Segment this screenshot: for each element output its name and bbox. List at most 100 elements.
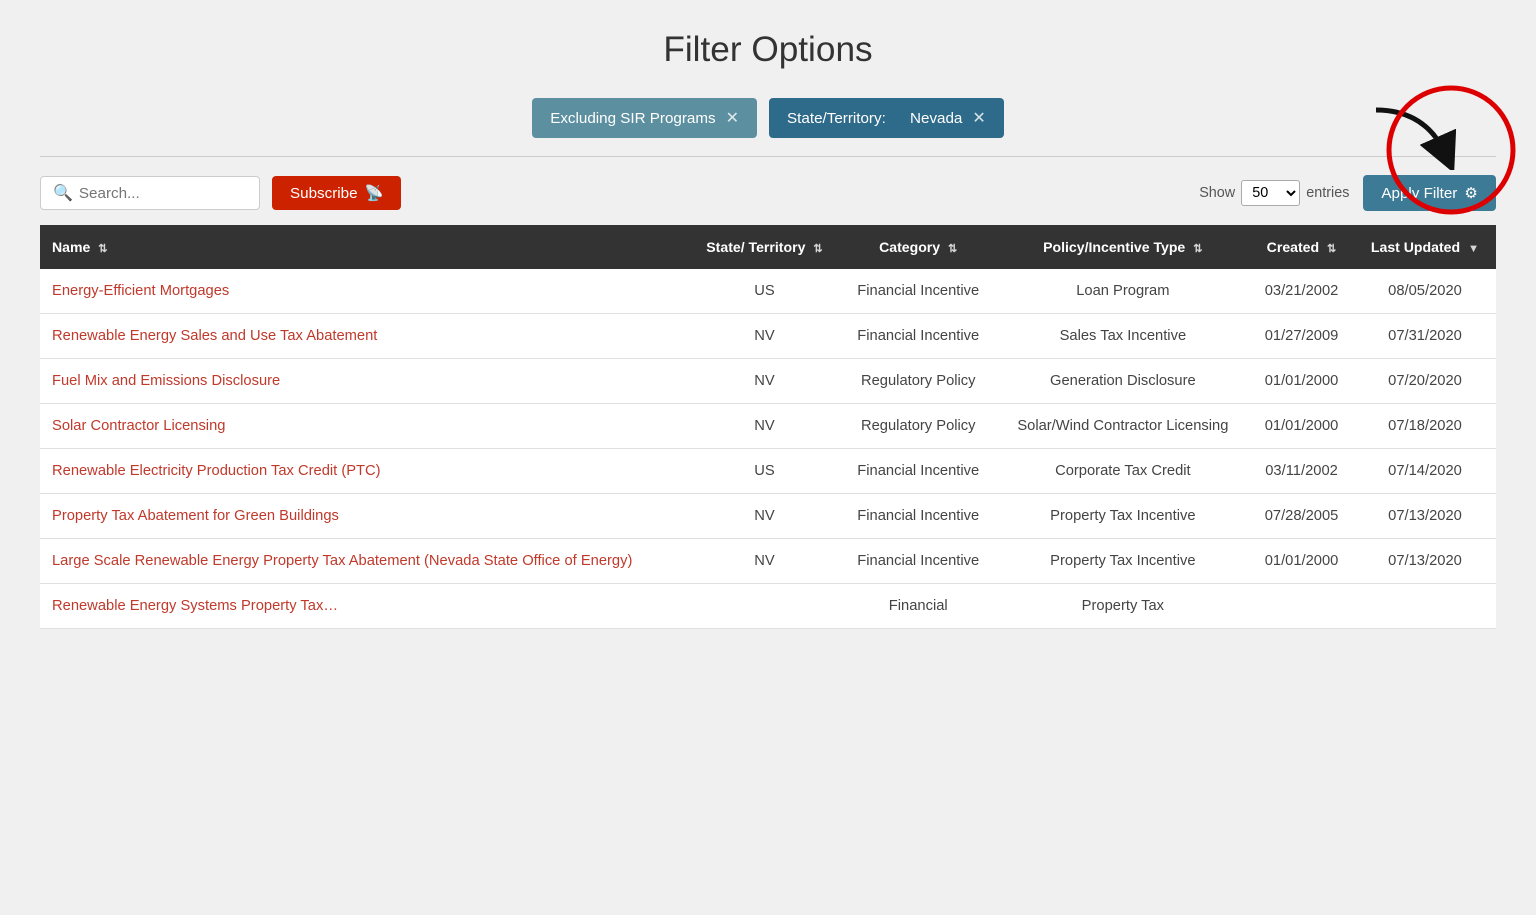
filter-bar: Excluding SIR Programs ✕ State/Territory… [40, 98, 1496, 138]
row-link-name[interactable]: Fuel Mix and Emissions Disclosure [52, 373, 280, 389]
cell-last-updated: 07/18/2020 [1354, 404, 1496, 449]
gear-icon: ⚙ [1464, 184, 1478, 202]
filter-tag-state-value: Nevada [910, 110, 962, 127]
row-link-name[interactable]: Renewable Energy Sales and Use Tax Abate… [52, 328, 377, 344]
cell-state: NV [689, 404, 840, 449]
col-header-state[interactable]: State/ Territory ⇅ [689, 225, 840, 269]
cell-name: Renewable Electricity Production Tax Cre… [40, 449, 689, 494]
col-header-policy-type[interactable]: Policy/Incentive Type ⇅ [997, 225, 1249, 269]
cell-last-updated [1354, 584, 1496, 629]
cell-last-updated: 08/05/2020 [1354, 269, 1496, 314]
row-link-name[interactable]: Energy-Efficient Mortgages [52, 283, 229, 299]
search-input[interactable] [79, 185, 247, 202]
cell-created: 01/01/2000 [1249, 539, 1354, 584]
cell-category: Regulatory Policy [840, 404, 997, 449]
filter-tag-state-close[interactable]: ✕ [972, 108, 985, 128]
cell-name: Property Tax Abatement for Green Buildin… [40, 494, 689, 539]
cell-last-updated: 07/14/2020 [1354, 449, 1496, 494]
col-header-name[interactable]: Name ⇅ [40, 225, 689, 269]
cell-name: Large Scale Renewable Energy Property Ta… [40, 539, 689, 584]
cell-policy-type: Loan Program [997, 269, 1249, 314]
cell-policy-type: Property Tax [997, 584, 1249, 629]
table-row: Solar Contractor Licensing NV Regulatory… [40, 404, 1496, 449]
entries-label: entries [1306, 185, 1349, 201]
cell-last-updated: 07/31/2020 [1354, 314, 1496, 359]
cell-category: Financial Incentive [840, 314, 997, 359]
entries-select[interactable]: 50 25 100 [1241, 180, 1300, 206]
filter-tag-sir-label: Excluding SIR Programs [550, 110, 715, 127]
cell-created: 01/27/2009 [1249, 314, 1354, 359]
cell-state: US [689, 449, 840, 494]
cell-last-updated: 07/13/2020 [1354, 494, 1496, 539]
cell-created: 03/21/2002 [1249, 269, 1354, 314]
cell-created: 07/28/2005 [1249, 494, 1354, 539]
col-header-category[interactable]: Category ⇅ [840, 225, 997, 269]
cell-category: Financial Incentive [840, 494, 997, 539]
filter-tag-sir-close[interactable]: ✕ [726, 108, 739, 128]
show-label: Show [1199, 185, 1235, 201]
table-body: Energy-Efficient Mortgages US Financial … [40, 269, 1496, 629]
filter-tag-state[interactable]: State/Territory: Nevada ✕ [769, 98, 1004, 138]
filter-tag-state-key: State/Territory: [787, 110, 886, 127]
cell-category: Financial [840, 584, 997, 629]
toolbar-left: 🔍 Subscribe 📡 [40, 176, 401, 210]
cell-policy-type: Solar/Wind Contractor Licensing [997, 404, 1249, 449]
cell-created: 01/01/2000 [1249, 404, 1354, 449]
table-row: Fuel Mix and Emissions Disclosure NV Reg… [40, 359, 1496, 404]
table-row: Large Scale Renewable Energy Property Ta… [40, 539, 1496, 584]
table-row: Renewable Energy Sales and Use Tax Abate… [40, 314, 1496, 359]
cell-category: Regulatory Policy [840, 359, 997, 404]
table-row: Renewable Energy Systems Property Tax… F… [40, 584, 1496, 629]
toolbar-right: Show 50 25 100 entries [1199, 175, 1496, 211]
cell-name: Fuel Mix and Emissions Disclosure [40, 359, 689, 404]
col-header-last-updated[interactable]: Last Updated ▼ [1354, 225, 1496, 269]
data-table: Name ⇅ State/ Territory ⇅ Category ⇅ Pol… [40, 225, 1496, 629]
sort-icon-state: ⇅ [813, 243, 822, 255]
table-row: Energy-Efficient Mortgages US Financial … [40, 269, 1496, 314]
subscribe-label: Subscribe [290, 185, 358, 202]
table-header: Name ⇅ State/ Territory ⇅ Category ⇅ Pol… [40, 225, 1496, 269]
cell-policy-type: Property Tax Incentive [997, 494, 1249, 539]
apply-filter-label: Apply Filter [1381, 185, 1457, 202]
cell-policy-type: Sales Tax Incentive [997, 314, 1249, 359]
cell-category: Financial Incentive [840, 539, 997, 584]
cell-created: 01/01/2000 [1249, 359, 1354, 404]
cell-created: 03/11/2002 [1249, 449, 1354, 494]
toolbar: 🔍 Subscribe 📡 Show 50 25 100 entries [40, 175, 1496, 211]
rss-icon: 📡 [365, 184, 384, 202]
page-title: Filter Options [40, 30, 1496, 70]
cell-name: Solar Contractor Licensing [40, 404, 689, 449]
sort-icon-last-updated: ▼ [1468, 243, 1479, 255]
cell-category: Financial Incentive [840, 449, 997, 494]
apply-filter-container: Apply Filter ⚙ [1363, 175, 1496, 211]
search-box: 🔍 [40, 176, 260, 210]
row-link-name[interactable]: Large Scale Renewable Energy Property Ta… [52, 553, 632, 569]
sort-icon-category: ⇅ [948, 243, 957, 255]
cell-category: Financial Incentive [840, 269, 997, 314]
cell-state: NV [689, 494, 840, 539]
subscribe-button[interactable]: Subscribe 📡 [272, 176, 401, 210]
search-icon: 🔍 [53, 183, 73, 203]
apply-filter-button[interactable]: Apply Filter ⚙ [1363, 175, 1496, 211]
sort-icon-policy-type: ⇅ [1193, 243, 1202, 255]
cell-state: NV [689, 359, 840, 404]
row-link-name[interactable]: Renewable Electricity Production Tax Cre… [52, 463, 381, 479]
cell-last-updated: 07/20/2020 [1354, 359, 1496, 404]
cell-policy-type: Corporate Tax Credit [997, 449, 1249, 494]
sort-icon-created: ⇅ [1327, 243, 1336, 255]
cell-policy-type: Property Tax Incentive [997, 539, 1249, 584]
col-header-created[interactable]: Created ⇅ [1249, 225, 1354, 269]
sort-icon-name: ⇅ [98, 243, 107, 255]
table-row: Renewable Electricity Production Tax Cre… [40, 449, 1496, 494]
row-link-name[interactable]: Solar Contractor Licensing [52, 418, 225, 434]
row-link-name[interactable]: Property Tax Abatement for Green Buildin… [52, 508, 339, 524]
cell-state [689, 584, 840, 629]
cell-name: Energy-Efficient Mortgages [40, 269, 689, 314]
table-row: Property Tax Abatement for Green Buildin… [40, 494, 1496, 539]
cell-state: NV [689, 539, 840, 584]
show-entries: Show 50 25 100 entries [1199, 180, 1349, 206]
cell-state: NV [689, 314, 840, 359]
row-link-name[interactable]: Renewable Energy Systems Property Tax… [52, 598, 338, 614]
filter-tag-sir[interactable]: Excluding SIR Programs ✕ [532, 98, 757, 138]
cell-state: US [689, 269, 840, 314]
